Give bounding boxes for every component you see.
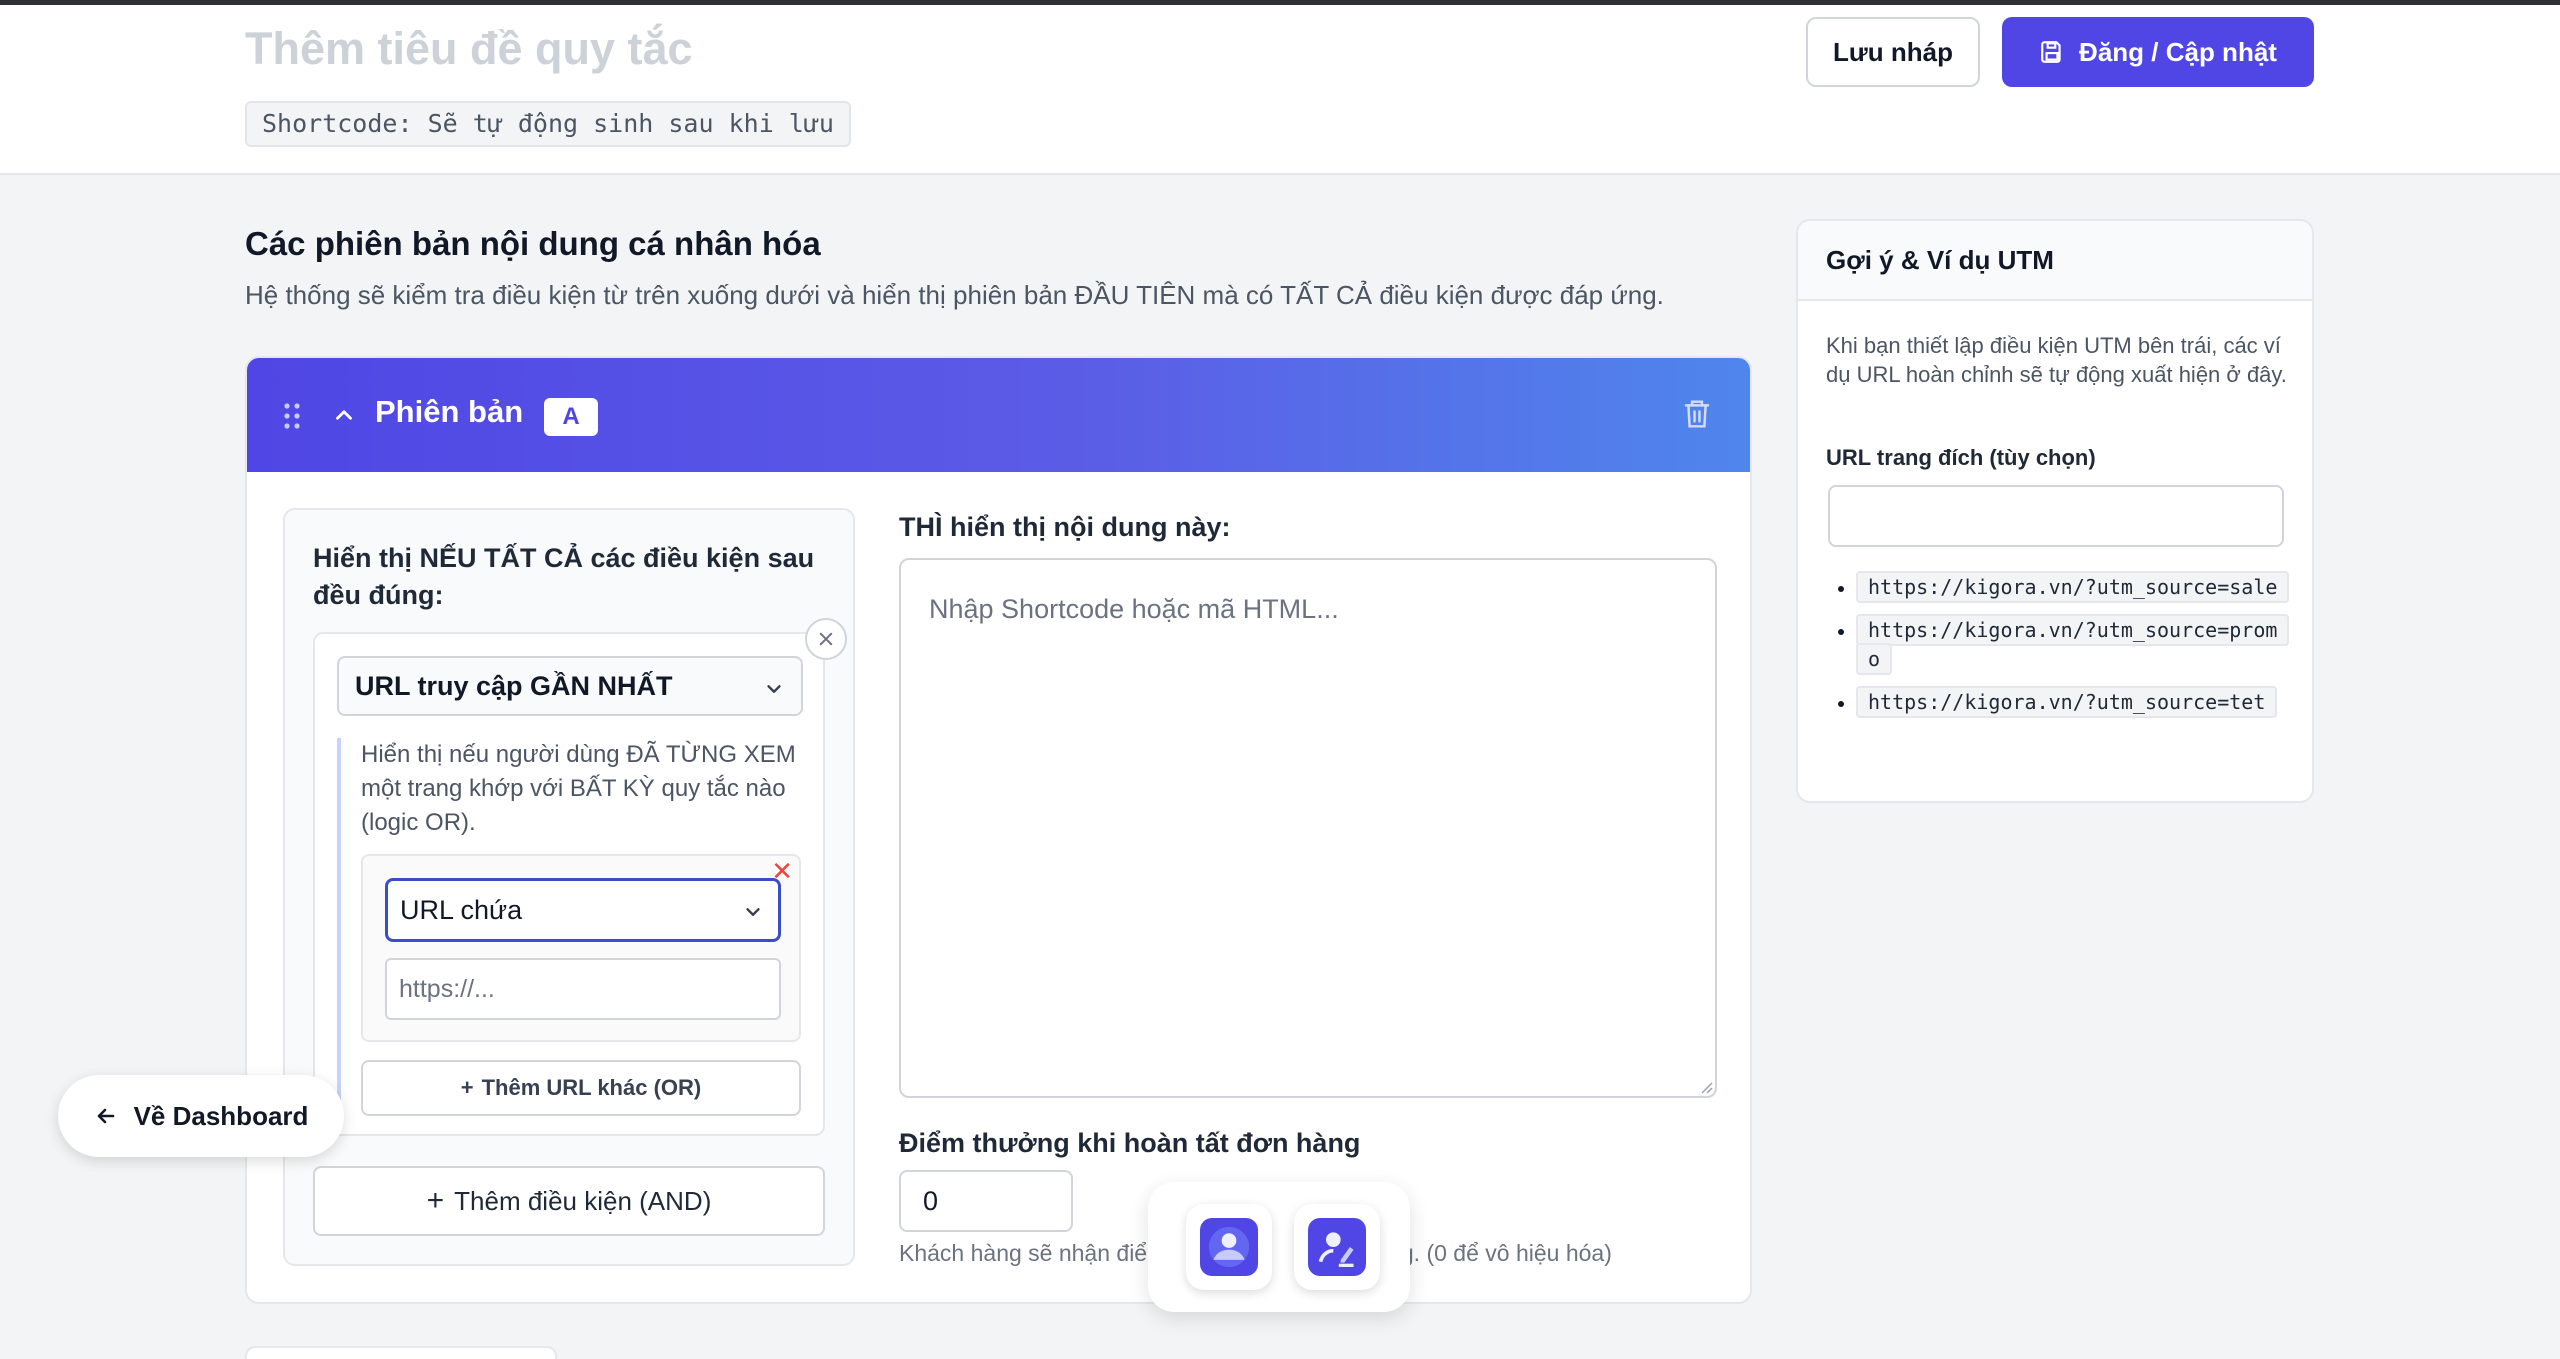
rule-title-input[interactable]: Thêm tiêu đề quy tắc — [245, 23, 693, 75]
drag-handle-icon[interactable] — [283, 402, 301, 430]
version-header[interactable]: Phiên bản A — [247, 358, 1750, 472]
url-rule-item: ✕ URL chứa https://... — [361, 854, 801, 1042]
version-label: Phiên bản — [375, 394, 524, 429]
add-and-label: Thêm điều kiện (AND) — [454, 1185, 712, 1216]
add-or-label: Thêm URL khác (OR) — [481, 1075, 702, 1100]
dock-item-ai-assistant[interactable] — [1294, 1204, 1380, 1290]
ai-assistant-icon — [1318, 1232, 1354, 1267]
back-to-dashboard-button[interactable]: Về Dashboard — [58, 1075, 344, 1157]
condition-group: URL truy cập GẦN NHẤT Hiển thị nếu người… — [313, 632, 825, 1136]
chevron-down-icon — [767, 685, 781, 693]
section-description: Hệ thống sẽ kiểm tra điều kiện từ trên x… — [245, 280, 1664, 310]
resize-grip-icon[interactable] — [1697, 1078, 1713, 1094]
back-to-dashboard-label: Về Dashboard — [133, 1100, 309, 1131]
condition-help-text: Hiển thị nếu người dùng ĐÃ TỪNG XEM một … — [361, 741, 796, 836]
conditions-panel: Hiển thị NẾU TẤT CẢ các điều kiện sau đề… — [283, 508, 855, 1266]
user-profile-icon — [1208, 1226, 1250, 1268]
chevron-down-icon — [746, 908, 760, 916]
collapse-chevron-icon[interactable] — [331, 402, 357, 428]
utm-example-item: https://kigora.vn/?utm_source=promo — [1856, 614, 2296, 675]
remove-condition-button[interactable] — [805, 618, 847, 660]
content-placeholder: Nhập Shortcode hoặc mã HTML... — [929, 594, 1339, 624]
add-and-condition-button[interactable]: + Thêm điều kiện (AND) — [313, 1166, 825, 1236]
save-draft-button[interactable]: Lưu nháp — [1806, 17, 1980, 87]
plus-icon: + — [426, 1184, 445, 1217]
section-title: Các phiên bản nội dung cá nhân hóa — [245, 225, 821, 262]
landing-url-input[interactable] — [1828, 485, 2284, 547]
publish-label: Đăng / Cập nhật — [2079, 36, 2277, 67]
version-badge: A — [544, 398, 598, 436]
utm-intro-text: Khi bạn thiết lập điều kiện UTM bên trái… — [1826, 333, 2287, 387]
add-or-url-button[interactable]: + Thêm URL khác (OR) — [361, 1060, 801, 1116]
points-label: Điểm thưởng khi hoàn tất đơn hàng — [899, 1128, 1361, 1158]
landing-url-label: URL trang đích (tùy chọn) — [1826, 445, 2096, 470]
utm-example-url[interactable]: https://kigora.vn/?utm_source=tet — [1856, 686, 2278, 718]
arrow-left-icon — [97, 1108, 114, 1124]
utm-example-item: https://kigora.vn/?utm_source=tet — [1856, 686, 2296, 718]
editor-header: Thêm tiêu đề quy tắc Shortcode: Sẽ tự độ… — [0, 5, 2560, 175]
content-textarea[interactable]: Nhập Shortcode hoặc mã HTML... — [899, 558, 1717, 1098]
utm-example-list: https://kigora.vn/?utm_source=sale https… — [1856, 571, 2296, 731]
url-value-input[interactable]: https://... — [385, 958, 781, 1020]
utm-example-url[interactable]: https://kigora.vn/?utm_source=promo — [1856, 614, 2290, 675]
url-operator-value: URL chứa — [400, 895, 523, 925]
utm-card-title: Gợi ý & Ví dụ UTM — [1798, 221, 2312, 301]
content-label: THÌ hiển thị nội dung này: — [899, 512, 1231, 542]
plus-icon: + — [460, 1075, 474, 1100]
dock-item-profile[interactable] — [1186, 1204, 1272, 1290]
publish-button[interactable]: Đăng / Cập nhật — [2002, 17, 2314, 87]
points-input[interactable]: 0 — [899, 1170, 1073, 1232]
shortcode-display: Shortcode: Sẽ tự động sinh sau khi lưu — [245, 101, 851, 147]
conditions-title: Hiển thị NẾU TẤT CẢ các điều kiện sau đề… — [313, 543, 815, 610]
floating-dock — [1148, 1182, 1410, 1312]
close-icon — [819, 632, 833, 646]
points-help-left: Khách hàng sẽ nhận điểm — [899, 1240, 1167, 1266]
condition-detail: Hiển thị nếu người dùng ĐÃ TỪNG XEM một … — [337, 738, 803, 1128]
version-card: Phiên bản A Hiển thị NẾU TẤT CẢ các điều… — [245, 356, 1752, 1304]
trash-icon[interactable] — [1682, 398, 1712, 430]
url-operator-select[interactable]: URL chứa — [385, 878, 781, 942]
save-icon — [2041, 41, 2061, 63]
next-section-stub — [245, 1346, 557, 1359]
condition-type-value: URL truy cập GẦN NHẤT — [355, 671, 673, 701]
utm-suggestions-card: Gợi ý & Ví dụ UTM Khi bạn thiết lập điều… — [1796, 219, 2314, 803]
utm-example-item: https://kigora.vn/?utm_source=sale — [1856, 571, 2296, 603]
utm-example-url[interactable]: https://kigora.vn/?utm_source=sale — [1856, 571, 2290, 603]
condition-type-select[interactable]: URL truy cập GẦN NHẤT — [337, 656, 803, 716]
